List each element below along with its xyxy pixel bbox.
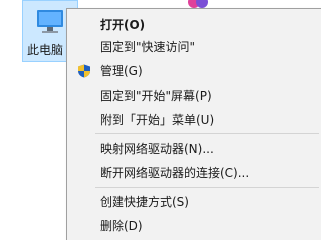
menu-item-manage[interactable]: 管理(G) <box>67 60 321 82</box>
menu-item-map-network-drive[interactable]: 映射网络驱动器(N)... <box>67 138 321 160</box>
computer-icon <box>37 10 63 33</box>
menu-separator <box>95 133 319 134</box>
menu-item-label: 创建快捷方式(S) <box>100 195 189 209</box>
menu-item-pin-start-menu[interactable]: 附到「开始」菜单(U) <box>67 109 321 131</box>
menu-item-pin-start[interactable]: 固定到"开始"屏幕(P) <box>67 85 321 107</box>
menu-item-label: 断开网络驱动器的连接(C)... <box>100 166 250 180</box>
menu-item-label: 打开(O) <box>100 18 146 32</box>
menu-item-open[interactable]: 打开(O) <box>67 14 321 36</box>
menu-item-label: 固定到"开始"屏幕(P) <box>100 89 212 103</box>
menu-separator <box>95 187 319 188</box>
menu-item-delete[interactable]: 删除(D) <box>67 215 321 237</box>
this-pc-label: 此电脑 <box>27 43 64 57</box>
menu-item-create-shortcut[interactable]: 创建快捷方式(S) <box>67 191 321 213</box>
menu-item-label: 管理(G) <box>100 64 143 78</box>
menu-item-pin-quick-access[interactable]: 固定到"快速访问" <box>67 36 321 58</box>
menu-item-label: 映射网络驱动器(N)... <box>100 142 214 156</box>
context-menu: 打开(O) 固定到"快速访问" 管理(G) 固定到"开始"屏幕(P) 附到「开始… <box>66 8 321 240</box>
menu-item-disconnect-network-drive[interactable]: 断开网络驱动器的连接(C)... <box>67 162 321 184</box>
menu-item-label: 附到「开始」菜单(U) <box>100 113 215 127</box>
menu-item-label: 固定到"快速访问" <box>100 40 196 54</box>
uac-shield-icon <box>78 64 90 78</box>
menu-item-label: 删除(D) <box>100 219 143 233</box>
